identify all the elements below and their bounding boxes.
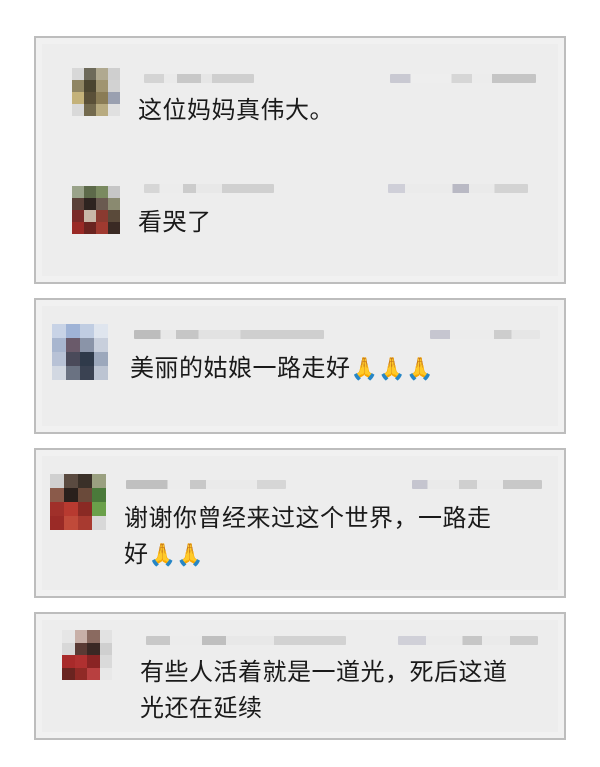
comment-text-3-body: 美丽的姑娘一路走好 xyxy=(130,354,351,382)
timestamp-blurred-5 xyxy=(398,636,538,645)
comment-text-1: 这位妈妈真伟大。 xyxy=(138,96,334,124)
user-avatar-2[interactable] xyxy=(72,186,120,234)
username-blurred-1 xyxy=(144,74,254,83)
timestamp-blurred-3 xyxy=(430,330,540,339)
user-avatar-1[interactable] xyxy=(72,68,120,116)
username-blurred-4 xyxy=(126,480,286,489)
comment-text-4-line-2-body: 好 xyxy=(124,540,149,568)
comment-card-3: 谢谢你曾经来过这个世界，一路走 好🙏🙏 xyxy=(34,448,566,598)
comment-text-4-line-1: 谢谢你曾经来过这个世界，一路走 xyxy=(124,504,492,532)
praying-hands-emoji: 🙏🙏 xyxy=(148,543,205,568)
praying-hands-emoji: 🙏🙏🙏 xyxy=(350,357,435,382)
user-avatar-3[interactable] xyxy=(52,324,108,380)
timestamp-blurred-2 xyxy=(388,184,528,193)
username-blurred-2 xyxy=(144,184,274,193)
comment-text-4-line-2: 好🙏🙏 xyxy=(124,538,204,572)
comment-card-1: 这位妈妈真伟大。 看哭了 xyxy=(34,36,566,284)
user-avatar-5[interactable] xyxy=(62,630,112,680)
comment-text-2: 看哭了 xyxy=(138,208,212,236)
comment-text-5-line-1: 有些人活着就是一道光，死后这道 xyxy=(140,658,508,686)
username-blurred-3 xyxy=(134,330,324,339)
comment-text-5-line-2: 光还在延续 xyxy=(140,694,263,722)
comment-card-4: 有些人活着就是一道光，死后这道 光还在延续 xyxy=(34,612,566,740)
timestamp-blurred-1 xyxy=(390,74,536,83)
timestamp-blurred-4 xyxy=(412,480,542,489)
comment-text-3: 美丽的姑娘一路走好🙏🙏🙏 xyxy=(130,352,434,386)
comment-card-2: 美丽的姑娘一路走好🙏🙏🙏 xyxy=(34,298,566,434)
username-blurred-5 xyxy=(146,636,346,645)
user-avatar-4[interactable] xyxy=(50,474,106,530)
